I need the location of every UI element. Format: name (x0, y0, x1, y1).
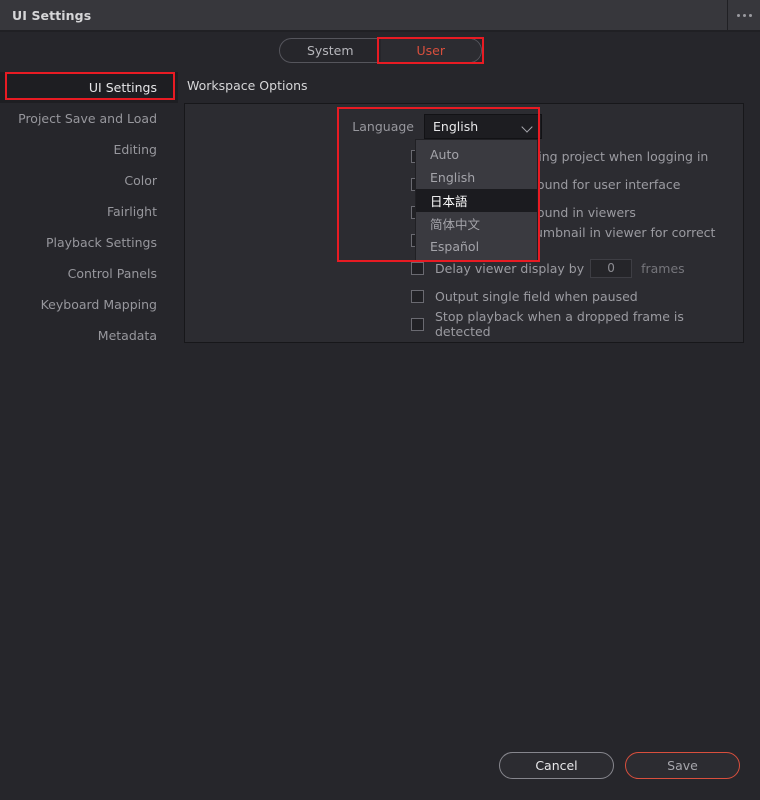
save-button[interactable]: Save (625, 752, 740, 779)
language-dropdown-list: Auto English 日本語 简体中文 Español (415, 139, 538, 262)
tab-user[interactable]: User (380, 39, 481, 62)
page-title: Workspace Options (187, 78, 308, 93)
checkbox-output-single-field[interactable] (411, 289, 424, 303)
delay-frames-unit: frames (641, 260, 685, 276)
dialog-footer: Cancel Save (0, 752, 760, 779)
option-label: Output single field when paused (435, 288, 638, 304)
settings-window: UI Settings System User UI Settings Proj… (0, 0, 760, 800)
checkbox-delay-viewer-display[interactable] (411, 261, 424, 275)
delay-frames-input[interactable]: 0 (590, 258, 633, 278)
tab-system[interactable]: System (280, 39, 381, 62)
title-bar: UI Settings (0, 0, 760, 30)
language-row: Language English (344, 114, 542, 139)
language-option-japanese[interactable]: 日本語 (416, 189, 537, 212)
ellipsis-icon[interactable] (728, 0, 760, 30)
sidebar-item-control-panels[interactable]: Control Panels (0, 258, 178, 289)
sidebar-item-metadata[interactable]: Metadata (0, 320, 178, 351)
sidebar-item-ui-settings[interactable]: UI Settings (0, 72, 178, 103)
language-select[interactable]: English (424, 114, 542, 139)
cancel-button[interactable]: Cancel (499, 752, 614, 779)
option-label: Stop playback when a dropped frame is de… (435, 309, 684, 339)
language-option-auto[interactable]: Auto (416, 143, 537, 166)
window-title: UI Settings (12, 7, 92, 23)
sidebar-item-fairlight[interactable]: Fairlight (0, 196, 178, 227)
settings-sidebar: UI Settings Project Save and Load Editin… (0, 72, 178, 351)
option-row: Output single field when paused (411, 282, 743, 310)
settings-scope-tabs: System User (279, 38, 482, 63)
language-select-value: English (433, 119, 479, 134)
sidebar-item-project-save-and-load[interactable]: Project Save and Load (0, 103, 178, 134)
language-label: Language (352, 119, 414, 134)
option-label: Delay viewer display by (435, 260, 585, 276)
checkbox-stop-playback-dropped-frame[interactable] (411, 317, 424, 331)
sidebar-item-editing[interactable]: Editing (0, 134, 178, 165)
sidebar-item-color[interactable]: Color (0, 165, 178, 196)
language-option-spanish[interactable]: Español (416, 235, 537, 258)
language-option-simplified-chinese[interactable]: 简体中文 (416, 212, 537, 235)
chevron-down-icon (522, 121, 533, 132)
sidebar-item-keyboard-mapping[interactable]: Keyboard Mapping (0, 289, 178, 320)
titlebar-underline (0, 30, 760, 32)
sidebar-item-playback-settings[interactable]: Playback Settings (0, 227, 178, 258)
language-option-english[interactable]: English (416, 166, 537, 189)
option-row: Stop playback when a dropped frame is de… (411, 309, 743, 339)
